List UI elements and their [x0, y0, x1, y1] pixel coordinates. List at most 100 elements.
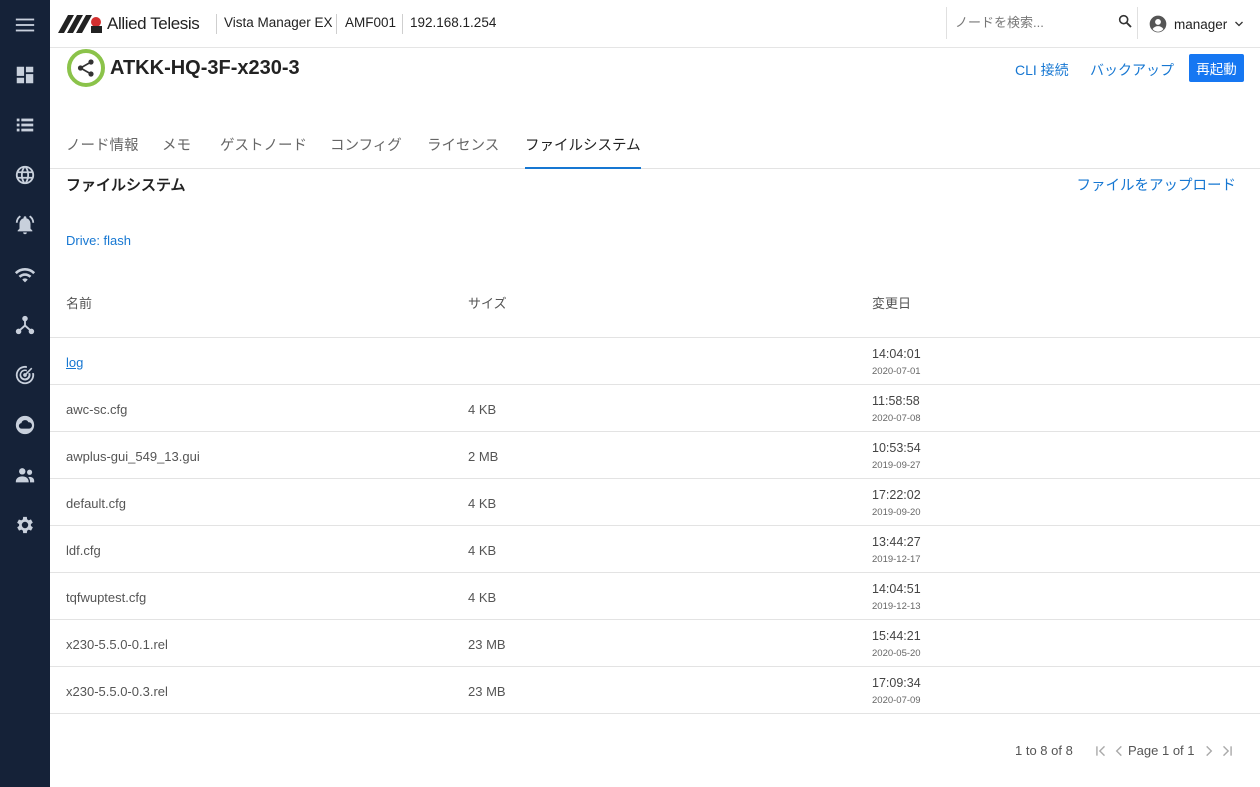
- table-row[interactable]: awc-sc.cfg 4 KB 11:58:58 2020-07-08: [50, 385, 1260, 432]
- file-size: 4 KB: [468, 496, 497, 511]
- table-row[interactable]: awplus-gui_549_13.gui 2 MB 10:53:54 2019…: [50, 432, 1260, 479]
- file-modified-date: 2020-07-09: [872, 695, 921, 706]
- file-modified-time: 10:53:54: [872, 441, 921, 455]
- sidebar-item-wireless[interactable]: [0, 255, 50, 295]
- file-size: 4 KB: [468, 402, 497, 417]
- cli-connect-button[interactable]: CLI 接続: [1015, 60, 1069, 80]
- file-size: 23 MB: [468, 684, 506, 699]
- brand-name: Allied Telesis: [107, 14, 200, 33]
- sidebar: [0, 0, 50, 787]
- table-row[interactable]: default.cfg 4 KB 17:22:02 2019-09-20: [50, 479, 1260, 526]
- product-name: Vista Manager EX: [224, 15, 333, 30]
- first-page-icon[interactable]: [1094, 744, 1108, 758]
- allied-telesis-logo-icon: [58, 15, 102, 33]
- divider: [216, 14, 217, 34]
- area-name[interactable]: AMF001: [345, 15, 396, 30]
- backup-button[interactable]: バックアップ: [1090, 60, 1174, 80]
- file-modified-time: 11:58:58: [872, 394, 920, 408]
- account-icon: [1149, 15, 1167, 33]
- sidebar-item-list[interactable]: [0, 105, 50, 145]
- file-name: x230-5.5.0-0.1.rel: [66, 637, 168, 652]
- file-modified-date: 2019-12-17: [872, 554, 921, 565]
- table-row[interactable]: x230-5.5.0-0.3.rel 23 MB 17:09:34 2020-0…: [50, 667, 1260, 714]
- chevron-down-icon: [1235, 21, 1244, 27]
- file-size: 2 MB: [468, 449, 499, 464]
- gear-icon: [17, 516, 33, 534]
- column-header-name[interactable]: 名前: [66, 293, 92, 312]
- previous-page-icon[interactable]: [1112, 744, 1126, 758]
- menu-icon: [15, 18, 35, 32]
- sidebar-item-radar[interactable]: [0, 355, 50, 395]
- sidebar-item-network[interactable]: [0, 155, 50, 195]
- sidebar-item-dashboard[interactable]: [0, 55, 50, 95]
- sidebar-item-settings[interactable]: [0, 505, 50, 545]
- last-page-icon[interactable]: [1220, 744, 1234, 758]
- users-icon: [15, 468, 35, 483]
- reboot-button[interactable]: 再起動: [1189, 54, 1244, 82]
- file-modified-time: 14:04:51: [872, 582, 921, 596]
- file-name: ldf.cfg: [66, 543, 101, 558]
- file-modified-date: 2020-07-08: [872, 413, 921, 424]
- node-status-icon: [67, 49, 105, 87]
- node-ip[interactable]: 192.168.1.254: [410, 15, 496, 30]
- divider: [402, 14, 403, 34]
- user-name: manager: [1174, 16, 1228, 32]
- file-modified-time: 17:22:02: [872, 488, 921, 502]
- tab-guest-nodes[interactable]: ゲストノード: [220, 134, 307, 169]
- dashboard-icon: [16, 66, 34, 84]
- wifi-icon: [14, 268, 36, 283]
- section-title: ファイルシステム: [66, 177, 186, 194]
- globe-icon: [15, 165, 35, 185]
- tab-memo[interactable]: メモ: [162, 134, 191, 169]
- upload-file-button[interactable]: ファイルをアップロード: [1077, 174, 1237, 195]
- page-title: ATKK-HQ-3F-x230-3: [110, 57, 300, 79]
- pager-range: 1 to 8 of 8: [1015, 743, 1073, 758]
- table-row[interactable]: ldf.cfg 4 KB 13:44:27 2019-12-17: [50, 526, 1260, 573]
- table-row[interactable]: x230-5.5.0-0.1.rel 23 MB 15:44:21 2020-0…: [50, 620, 1260, 667]
- topology-icon: [15, 315, 35, 335]
- node-search: [946, 7, 1138, 39]
- file-name: awplus-gui_549_13.gui: [66, 449, 200, 464]
- table-row[interactable]: tqfwuptest.cfg 4 KB 14:04:51 2019-12-13: [50, 573, 1260, 620]
- file-modified-time: 13:44:27: [872, 535, 921, 549]
- file-modified-time: 15:44:21: [872, 629, 921, 643]
- pager-page: Page 1 of 1: [1128, 743, 1195, 758]
- file-name: awc-sc.cfg: [66, 402, 128, 417]
- cloud-icon: [15, 415, 35, 435]
- tab-filesystem[interactable]: ファイルシステム: [525, 134, 641, 169]
- tab-bar: ノード情報 メモ ゲストノード コンフィグ ライセンス ファイルシステム: [50, 120, 1260, 169]
- tab-config[interactable]: コンフィグ: [330, 134, 402, 169]
- user-menu[interactable]: manager: [1148, 13, 1245, 35]
- file-size: 4 KB: [468, 590, 497, 605]
- brand-logo[interactable]: Allied Telesis: [58, 14, 200, 34]
- next-page-icon[interactable]: [1202, 744, 1216, 758]
- drive-label[interactable]: Drive: flash: [66, 233, 131, 248]
- list-icon: [16, 118, 34, 132]
- file-name[interactable]: log: [66, 355, 83, 370]
- tab-node-info[interactable]: ノード情報: [66, 134, 139, 169]
- search-icon[interactable]: [1117, 13, 1133, 29]
- file-modified-time: 14:04:01: [872, 347, 921, 361]
- column-header-size[interactable]: サイズ: [468, 293, 507, 312]
- table-row[interactable]: log 14:04:01 2020-07-01: [50, 338, 1260, 385]
- column-header-modified[interactable]: 変更日: [872, 293, 911, 312]
- tab-license[interactable]: ライセンス: [427, 134, 499, 169]
- alarm-icon: [15, 215, 35, 235]
- search-input[interactable]: [955, 12, 1105, 32]
- file-name: default.cfg: [66, 496, 126, 511]
- table-header: 名前 サイズ 変更日: [50, 290, 1260, 338]
- sidebar-item-alarms[interactable]: [0, 205, 50, 245]
- menu-button[interactable]: [0, 5, 50, 45]
- divider: [336, 14, 337, 34]
- file-modified-date: 2020-05-20: [872, 648, 921, 659]
- file-modified-date: 2019-09-27: [872, 460, 921, 471]
- file-modified-date: 2019-12-13: [872, 601, 921, 612]
- file-size: 23 MB: [468, 637, 506, 652]
- file-name: tqfwuptest.cfg: [66, 590, 147, 605]
- sidebar-item-cloud[interactable]: [0, 405, 50, 445]
- file-name: x230-5.5.0-0.3.rel: [66, 684, 168, 699]
- sidebar-item-topology[interactable]: [0, 305, 50, 345]
- sidebar-item-users[interactable]: [0, 455, 50, 495]
- file-modified-date: 2020-07-01: [872, 366, 921, 377]
- file-modified-time: 17:09:34: [872, 676, 921, 690]
